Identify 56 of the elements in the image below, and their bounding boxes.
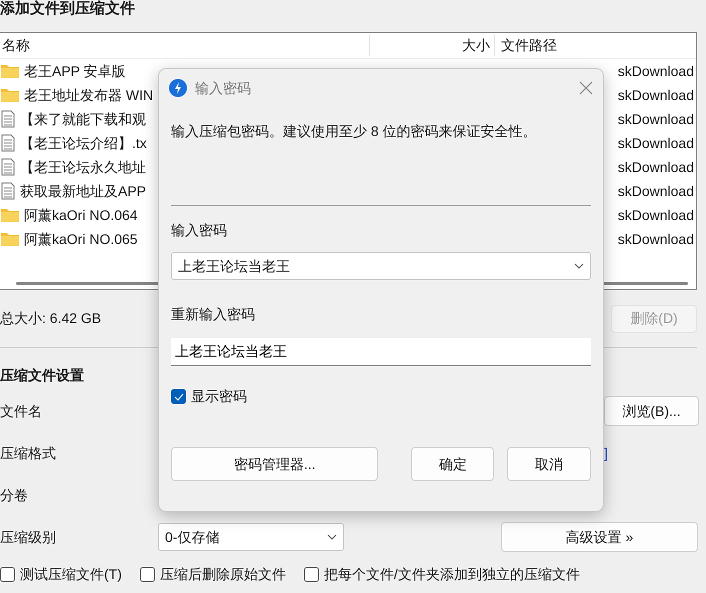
option-label: 显示密码 — [191, 387, 247, 406]
folder-icon — [0, 87, 20, 103]
column-header[interactable]: 大小 — [370, 35, 495, 56]
file-path: skDownload — [618, 206, 695, 224]
description: 输入压缩包密码。建议使用至少 8 位的密码来保证安全性。 — [171, 122, 538, 141]
file-name: 【来了就能下载和观 — [20, 110, 146, 128]
folder-icon — [0, 231, 20, 247]
column-header[interactable]: 文件路径 — [495, 35, 557, 56]
folder-icon — [0, 207, 20, 223]
field-label: 分卷 — [0, 486, 29, 504]
chevron-icon — [574, 263, 584, 269]
option-label: 把每个文件/文件夹添加到独立的压缩文件 — [324, 565, 580, 584]
link[interactable]: ] — [604, 442, 608, 464]
option-label: 测试压缩文件(T) — [20, 565, 122, 584]
file-path: skDownload — [618, 62, 695, 80]
check-icon — [174, 392, 184, 400]
file-name: 【老王论坛永久地址 — [20, 158, 146, 176]
option-label: 压缩后删除原始文件 — [160, 565, 286, 584]
password-field[interactable]: 上老王论坛当老王 — [171, 338, 591, 366]
field-label: 重新输入密码 — [171, 304, 256, 324]
folder-icon — [0, 63, 20, 79]
password-manager-button[interactable]: 密码管理器... — [171, 447, 378, 481]
file-path: skDownload — [618, 86, 695, 104]
file-path: skDownload — [618, 230, 695, 248]
file-path: skDownload — [618, 158, 695, 176]
section-title: 压缩文件设置 — [0, 366, 84, 384]
field-label: 输入密码 — [171, 220, 228, 240]
dialog-title: 输入密码 — [195, 78, 252, 98]
chevron-icon — [327, 534, 337, 540]
window-title: 添加文件到压缩文件 — [0, 0, 135, 19]
advanced-settings-button[interactable]: 高级设置 » — [501, 522, 698, 552]
file-name: 获取最新地址及APP — [20, 182, 146, 200]
total-size: 总大小: 6.42 GB — [0, 309, 102, 328]
password-dropdown[interactable]: 上老王论坛当老王 — [171, 252, 591, 280]
checkbox[interactable] — [304, 567, 319, 582]
field-label: 压缩格式 — [0, 444, 57, 462]
browse-button[interactable]: 浏览(B)... — [604, 396, 699, 426]
dropdown[interactable]: 0-仅存储 — [158, 523, 344, 551]
file-path: skDownload — [618, 134, 695, 152]
file-name: 阿薰kaOri NO.064 — [24, 206, 138, 224]
file-name: 阿薰kaOri NO.065 — [24, 230, 138, 248]
file-path: skDownload — [618, 110, 695, 128]
field-label: 压缩级别 — [0, 528, 57, 546]
field-label: 文件名 — [0, 402, 43, 420]
checkbox[interactable] — [140, 567, 155, 582]
file-name: 老王地址发布器 WIN — [24, 86, 154, 104]
checkbox[interactable] — [171, 389, 186, 404]
file-name: 老王APP 安卓版 — [24, 62, 126, 80]
cancel-button[interactable]: 取消 — [507, 447, 591, 481]
column-header[interactable]: 名称 — [0, 35, 370, 56]
lightning-icon — [169, 79, 187, 97]
file-path: skDownload — [618, 182, 695, 200]
checkbox[interactable] — [0, 567, 15, 582]
close-icon[interactable] — [579, 81, 593, 95]
ok-button[interactable]: 确定 — [411, 447, 494, 481]
file-name: 【老王论坛介绍】.tx — [20, 134, 147, 152]
